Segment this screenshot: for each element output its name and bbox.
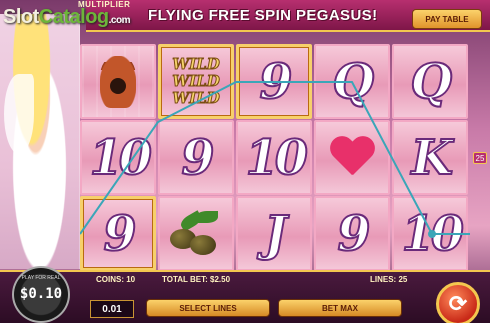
watermark-domain: .com: [108, 15, 131, 26]
wild-word: WILD: [172, 89, 220, 107]
lines-value: 25: [398, 275, 408, 284]
vase-icon: [100, 55, 136, 108]
symbol-nine: 9: [80, 196, 156, 271]
symbol-label: Q: [405, 53, 455, 111]
spin-button[interactable]: ⟳: [436, 282, 480, 323]
watermark-brand-a: Slot: [3, 6, 39, 28]
wild-word: WILD: [172, 55, 220, 73]
paytable-button[interactable]: PAY TABLE: [412, 9, 482, 29]
total-bet-label: TOTAL BET:: [162, 275, 208, 284]
symbol-label: 9: [97, 205, 138, 263]
symbol-olives: [158, 196, 234, 271]
symbol-queen: Q: [392, 44, 468, 119]
wing-decoration: [4, 74, 34, 154]
symbol-nine: 9: [158, 120, 234, 195]
symbol-label: 9: [331, 205, 372, 263]
payline-number-badge[interactable]: 25: [473, 152, 487, 164]
goddess-character-art: [0, 14, 80, 269]
symbol-nine: 9: [314, 196, 390, 271]
play-for-real-widget[interactable]: PLAY FOR REAL $0.10: [12, 266, 70, 323]
symbol-ten: 10: [236, 120, 312, 195]
coin-value-field[interactable]: 0.01: [90, 300, 134, 318]
total-bet-value: $2.50: [210, 275, 231, 284]
bet-max-button[interactable]: BET MAX: [278, 299, 402, 317]
coins-readout: COINS: 10: [96, 275, 135, 284]
wild-word: WILD: [172, 72, 220, 90]
symbol-wild: WILD WILD WILD: [158, 44, 234, 119]
symbol-ten: 10: [80, 120, 156, 195]
spin-arrows-icon: ⟳: [448, 291, 468, 316]
reel-area: 10 9 WILD WILD WILD 9 9 10 J Q 9 Q K 10: [80, 44, 470, 271]
olives-icon: [166, 209, 226, 259]
lines-label: LINES:: [370, 275, 397, 284]
symbol-vase: [80, 44, 156, 119]
symbol-nine: 9: [236, 44, 312, 119]
symbol-heart: [314, 120, 390, 195]
feature-title: FLYING FREE SPIN PEGASUS!: [148, 7, 378, 24]
control-bar: COINS: 10 TOTAL BET: $2.50 LINES: 25 0.0…: [0, 270, 490, 323]
play-for-real-label: PLAY FOR REAL: [21, 275, 61, 281]
game-screen: MULTIPLIER FLYING FREE SPIN PEGASUS! PAY…: [0, 0, 490, 323]
symbol-king: K: [392, 120, 468, 195]
coins-value: 10: [126, 275, 136, 284]
symbol-label: 9: [253, 53, 294, 111]
symbol-label: 10: [239, 129, 310, 187]
play-for-real-amount: $0.10: [19, 286, 63, 302]
watermark-brand-b: Catalog: [38, 6, 109, 28]
symbol-label: K: [405, 129, 455, 187]
symbol-queen: Q: [314, 44, 390, 119]
watermark-logo: SlotCatalog.com: [3, 6, 130, 29]
lines-readout: LINES: 25: [370, 275, 407, 284]
wild-stack: WILD WILD WILD: [172, 55, 220, 107]
total-bet-readout: TOTAL BET: $2.50: [162, 275, 230, 284]
symbol-ten: 10: [392, 196, 468, 271]
select-lines-button[interactable]: SELECT LINES: [146, 299, 270, 317]
coins-label: COINS:: [96, 275, 124, 284]
heart-icon: [329, 137, 375, 179]
symbol-label: 9: [175, 129, 216, 187]
symbol-label: 10: [83, 129, 154, 187]
symbol-label: J: [259, 205, 290, 263]
symbol-label: 10: [395, 205, 466, 263]
symbol-jack: J: [236, 196, 312, 271]
symbol-label: Q: [327, 53, 377, 111]
